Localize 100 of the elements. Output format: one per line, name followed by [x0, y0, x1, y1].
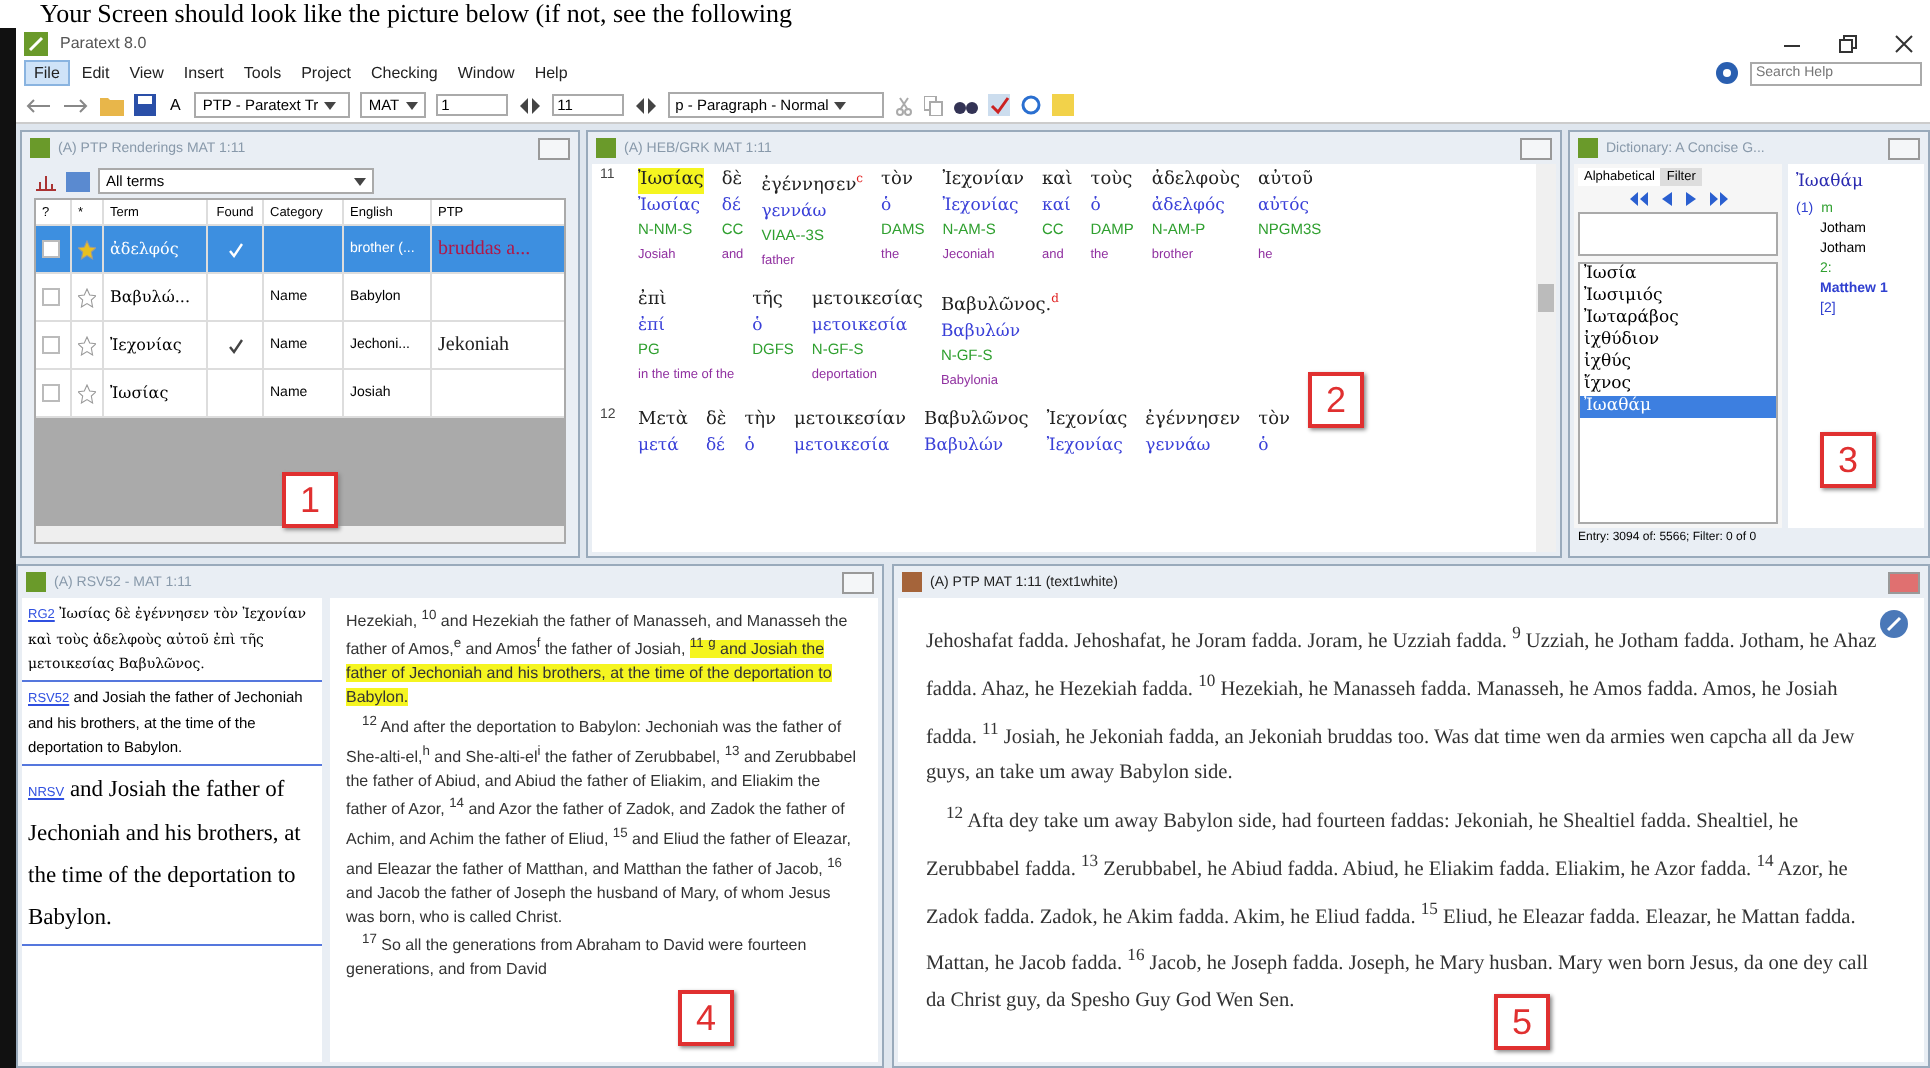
list-item[interactable]: Ἰωσιμιός	[1580, 286, 1776, 308]
lemma-text: ὁ	[744, 433, 757, 458]
greek-word[interactable]: καὶ	[1042, 168, 1073, 193]
window-title: Paratext 8.0	[60, 34, 147, 52]
folder-icon[interactable]	[100, 95, 124, 115]
star-icon[interactable]	[78, 287, 96, 307]
lemma-text: ὁ	[1090, 193, 1103, 218]
scissors-icon[interactable]	[893, 95, 914, 115]
checkbox[interactable]	[42, 336, 60, 354]
panel-menu-button[interactable]	[538, 137, 570, 159]
edit-icon[interactable]	[1880, 610, 1908, 638]
menu-item[interactable]: Window	[449, 62, 523, 84]
refresh-icon[interactable]	[1019, 94, 1042, 116]
greek-word[interactable]: αὐτοῦ	[1258, 168, 1322, 193]
list-item[interactable]: Ἰωταράβος	[1580, 308, 1776, 330]
copy-icon[interactable]	[923, 95, 944, 115]
font-button[interactable]: A	[166, 96, 185, 114]
greek-word[interactable]: Ἰεχονίαν	[942, 168, 1024, 193]
scripture-paragraph: Jehoshafat fadda. Jehoshafat, he Joram fadda. Joram, he Uzziah fadda. $^{9}$ Uzziah, he Jotham fadda. Jotham, he Ahaz fadda. Ahaz, he Hezekiah fadda. $^{10}$ Hezekiah, he Manasseh fadda. Manasseh, he Amos fadda. Amos, he Josiah fadda. $^{11}$ Josiah, he Jekoniah fadda, an Jekoniah bruddas too. Was dat time wen da armies wen capcha all da Jew guys, an take um away Babylon side.	[926, 620, 1879, 789]
lemma-text: γεννάω	[1145, 433, 1213, 458]
greek-word[interactable]: τοὺς	[1090, 168, 1134, 193]
pane-logo-icon	[596, 138, 616, 158]
star-icon[interactable]	[78, 335, 96, 355]
star-icon[interactable]	[78, 239, 96, 259]
menu-item[interactable]: Tools	[235, 62, 290, 84]
menu-item[interactable]: View	[121, 62, 172, 84]
save-icon[interactable]	[134, 94, 156, 116]
back-arrow-icon[interactable]	[24, 95, 52, 115]
list-item[interactable]: ἰχθύδιον	[1580, 330, 1776, 352]
menu-item[interactable]: Edit	[73, 62, 118, 84]
greek-word[interactable]: δὲ	[705, 408, 727, 433]
greek-word[interactable]: ἀδελφοὺς	[1151, 168, 1241, 193]
horizontal-scrollbar[interactable]	[36, 526, 564, 542]
checkbox[interactable]	[42, 288, 60, 306]
lemma-text: ἀδελφός	[1151, 193, 1227, 218]
previous-icon[interactable]	[1661, 192, 1671, 206]
lemma-text: Ἰεχονίας	[1046, 433, 1125, 458]
checkbox[interactable]	[42, 384, 60, 402]
spin-arrows-icon[interactable]	[633, 95, 658, 115]
greek-word[interactable]: ἐγέννησεν	[1145, 408, 1241, 433]
panel-menu-button[interactable]	[842, 571, 874, 593]
greek-word[interactable]: ἐγέννησεν$^{c}$	[761, 168, 864, 199]
checkbox[interactable]	[42, 240, 60, 258]
greek-word[interactable]: δὲ	[721, 168, 744, 193]
caret-icon[interactable]	[405, 101, 418, 109]
greek-word[interactable]: ἐπὶ	[638, 288, 735, 313]
help-icon[interactable]	[1716, 62, 1738, 84]
greek-word[interactable]: τὴν	[744, 408, 777, 433]
greek-word[interactable]: Μετὰ	[638, 408, 688, 433]
document-heading: Your Screen should look like the picture below (if not, see the following	[38, 0, 794, 28]
next-icon[interactable]	[1685, 192, 1695, 206]
greek-word[interactable]: μετοικεσίας	[811, 288, 923, 313]
menu-item[interactable]: Project	[293, 62, 359, 84]
first-icon[interactable]	[1629, 192, 1647, 206]
chart-icon[interactable]	[34, 171, 58, 191]
lemma-text: καί	[1042, 193, 1073, 218]
list-item[interactable]: Ἰωαθάμ	[1580, 396, 1776, 418]
list-item[interactable]: ἰχθύς	[1580, 352, 1776, 374]
lemma-text: δέ	[705, 433, 727, 458]
vertical-scrollbar[interactable]	[1536, 164, 1556, 552]
menu-item[interactable]: Checking	[363, 62, 446, 84]
greek-word[interactable]: μετοικεσίαν	[794, 408, 906, 433]
search-field[interactable]	[1578, 212, 1778, 256]
greek-word[interactable]: τῆς	[752, 288, 794, 313]
lemma-text: αὐτός	[1258, 193, 1312, 218]
menu-item[interactable]: Insert	[175, 62, 232, 84]
star-icon[interactable]	[78, 383, 96, 403]
greek-word[interactable]: Ἰεχονίας	[1046, 408, 1128, 433]
lemma-text: ἐπί	[638, 313, 667, 338]
pane-logo-icon	[26, 572, 46, 592]
lemma-text: ὁ	[752, 313, 765, 338]
greek-word[interactable]: Βαβυλῶνος	[923, 408, 1029, 433]
callout-number: 3	[1820, 432, 1876, 488]
checkmark-icon[interactable]	[987, 94, 1010, 116]
panel-menu-button[interactable]	[1888, 137, 1920, 159]
list-item[interactable]: ἴχνος	[1580, 374, 1776, 396]
spin-arrows-icon[interactable]	[517, 95, 542, 115]
caret-icon[interactable]	[324, 101, 337, 109]
menu-item[interactable]: Help	[526, 62, 576, 84]
lemma-text: γεννάω	[761, 199, 829, 224]
caret-icon[interactable]	[834, 101, 847, 109]
callout-number: 1	[282, 472, 338, 528]
greek-word[interactable]: Βαβυλῶνος.$^{d}$	[940, 288, 1059, 319]
callout-number: 2	[1308, 372, 1364, 428]
greek-word[interactable]: Ἰωσίας	[638, 168, 704, 193]
panel-menu-button[interactable]	[1888, 571, 1920, 593]
forward-arrow-icon[interactable]	[62, 95, 90, 115]
pane-logo-icon	[902, 572, 922, 592]
rendering-cell: bruddas a...	[438, 238, 531, 260]
list-item[interactable]: Ἰωσία	[1580, 264, 1776, 286]
panel-menu-button[interactable]	[1520, 137, 1552, 159]
greek-word[interactable]: τὸν	[1258, 408, 1291, 433]
caret-icon[interactable]	[354, 177, 366, 185]
greek-word[interactable]: τὸν	[881, 168, 925, 193]
restore-icon[interactable]	[1838, 33, 1858, 53]
last-icon[interactable]	[1709, 192, 1727, 206]
term-cell: Ἰεχονίας	[104, 322, 208, 368]
menu-item[interactable]: File	[24, 60, 70, 86]
callout-number: 5	[1494, 994, 1550, 1050]
close-icon[interactable]	[1894, 33, 1914, 53]
